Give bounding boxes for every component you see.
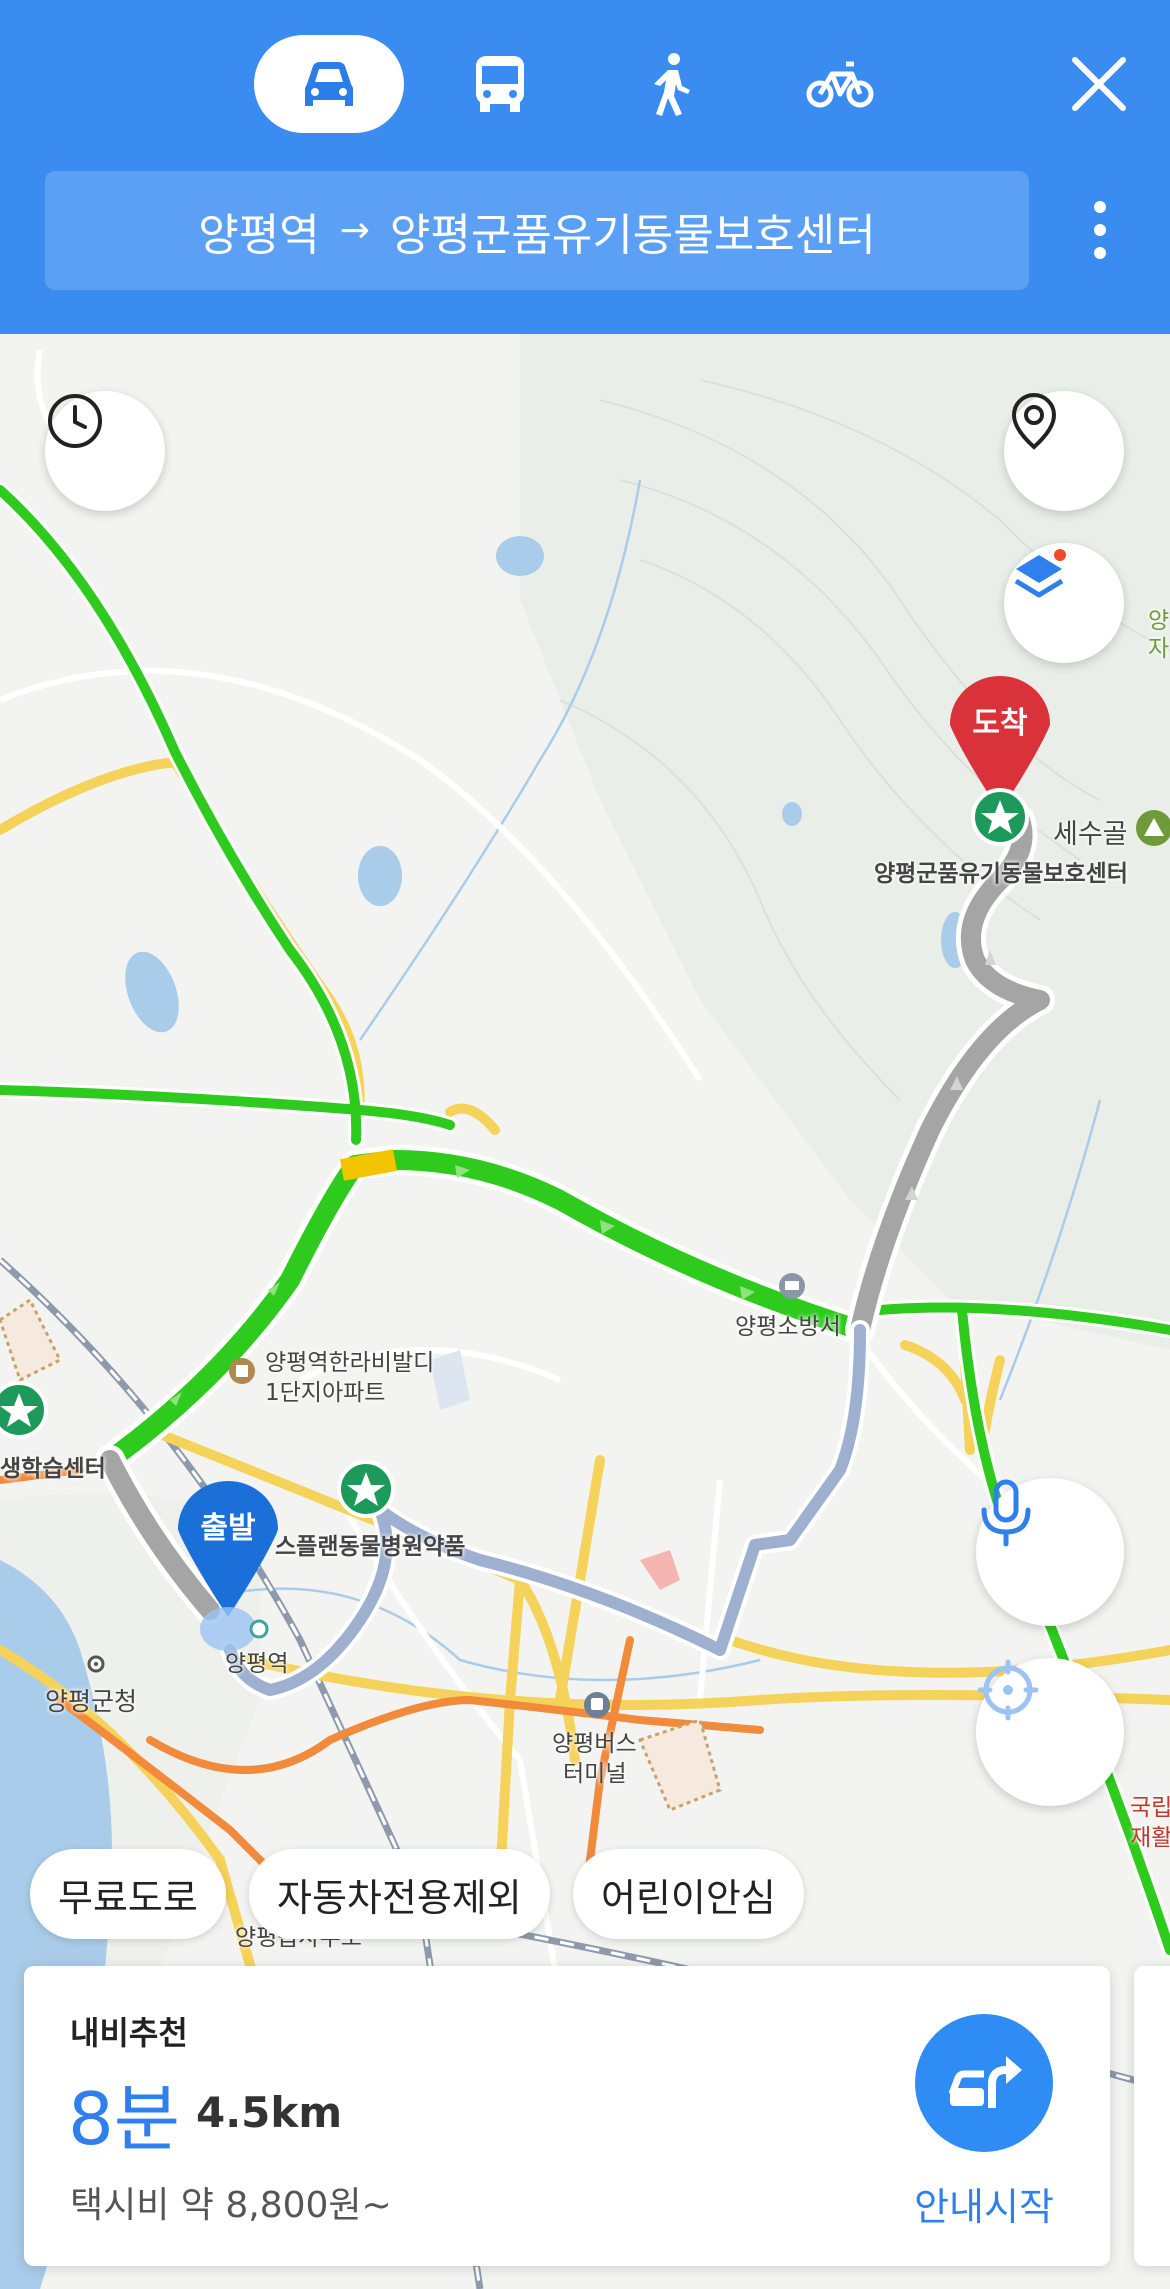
station-icon	[249, 1619, 269, 1639]
route-summary[interactable]: 양평역 → 양평군품유기동물보호센터	[45, 171, 1029, 290]
sesugol-label: 세수골	[1053, 819, 1128, 850]
fire-station-label: 양평소방서	[735, 1314, 841, 1340]
recommendation-label: 내비추천	[70, 2014, 188, 2052]
locate-button[interactable]	[976, 1658, 1124, 1806]
car-icon[interactable]	[295, 50, 363, 118]
station-label: 양평역	[225, 1651, 289, 1677]
bus-terminal-label-line1: 양평버스	[552, 1731, 637, 1757]
route-result-card[interactable]: 내비추천 8분 4.5km 택시비 약 8,800원~ 안내시작	[24, 1966, 1110, 2266]
taxi-fare: 택시비 약 8,800원~	[70, 2185, 392, 2226]
bike-icon[interactable]	[806, 50, 874, 118]
start-pin-icon	[178, 1481, 278, 1617]
fire-station-icon	[779, 1273, 805, 1299]
county-office-icon	[87, 1655, 105, 1673]
apartment-icon	[229, 1358, 255, 1384]
chip-exclude-motorway[interactable]: 자동차전용제외	[249, 1849, 550, 1939]
street-view-icon	[1011, 392, 1057, 450]
layers-button[interactable]	[1004, 543, 1124, 663]
apartment-label-line2: 1단지아파트	[265, 1380, 386, 1406]
chip-child-safe[interactable]: 어린이안심	[573, 1849, 804, 1939]
learning-center-label: 생학습센터	[0, 1456, 106, 1482]
transport-header: 양평역 → 양평군품유기동물보호센터	[0, 0, 1170, 334]
bus-icon[interactable]	[466, 50, 534, 118]
start-marker-label: 출발	[200, 1511, 256, 1546]
animal-hospital-poi-icon[interactable]	[337, 1460, 395, 1518]
crosshair-icon	[977, 1659, 1039, 1721]
destination-poi-icon[interactable]	[971, 788, 1029, 846]
layers-icon	[1014, 549, 1066, 598]
chip-free-road[interactable]: 무료도로	[30, 1849, 226, 1939]
origin-label: 양평역	[198, 209, 320, 261]
county-office-label: 양평군청	[45, 1687, 138, 1716]
more-vertical-icon[interactable]	[1080, 195, 1120, 265]
bus-terminal-icon	[584, 1692, 610, 1718]
voice-button[interactable]	[976, 1478, 1124, 1626]
right-edge-label-1-line2: 자	[1148, 636, 1170, 662]
navigation-turn-icon	[948, 2056, 1022, 2108]
clock-icon	[48, 394, 102, 448]
right-edge-label-2-line1: 국립	[1130, 1795, 1170, 1821]
poi-star-icon[interactable]	[0, 1381, 48, 1439]
close-icon[interactable]	[1065, 50, 1133, 118]
start-navigation-button[interactable]	[915, 2014, 1053, 2152]
apartment-label-line1: 양평역한라비발디	[265, 1350, 435, 1376]
destination-label: 양평군품유기동물보호센터	[389, 209, 876, 261]
route-arrow: →	[339, 210, 370, 251]
street-view-button[interactable]	[1004, 391, 1124, 511]
start-marker[interactable]: 출발	[178, 1481, 278, 1621]
travel-distance: 4.5km	[196, 2088, 343, 2137]
next-route-card-peek[interactable]	[1134, 1966, 1170, 2266]
end-marker-label: 도착	[972, 706, 1028, 741]
destination-poi-label: 양평군품유기동물보호센터	[874, 861, 1128, 887]
travel-time: 8분	[68, 2077, 181, 2161]
animal-hospital-label: 스플랜동물병원약품	[275, 1534, 466, 1560]
walk-icon[interactable]	[638, 50, 706, 118]
start-navigation-label[interactable]: 안내시작	[894, 2176, 1074, 2231]
mountain-poi-icon	[1136, 810, 1170, 846]
history-button[interactable]	[45, 391, 165, 511]
right-edge-label-2-line2: 재활	[1130, 1825, 1170, 1851]
bus-terminal-label-line2: 터미널	[563, 1761, 627, 1787]
microphone-icon	[981, 1479, 1031, 1547]
